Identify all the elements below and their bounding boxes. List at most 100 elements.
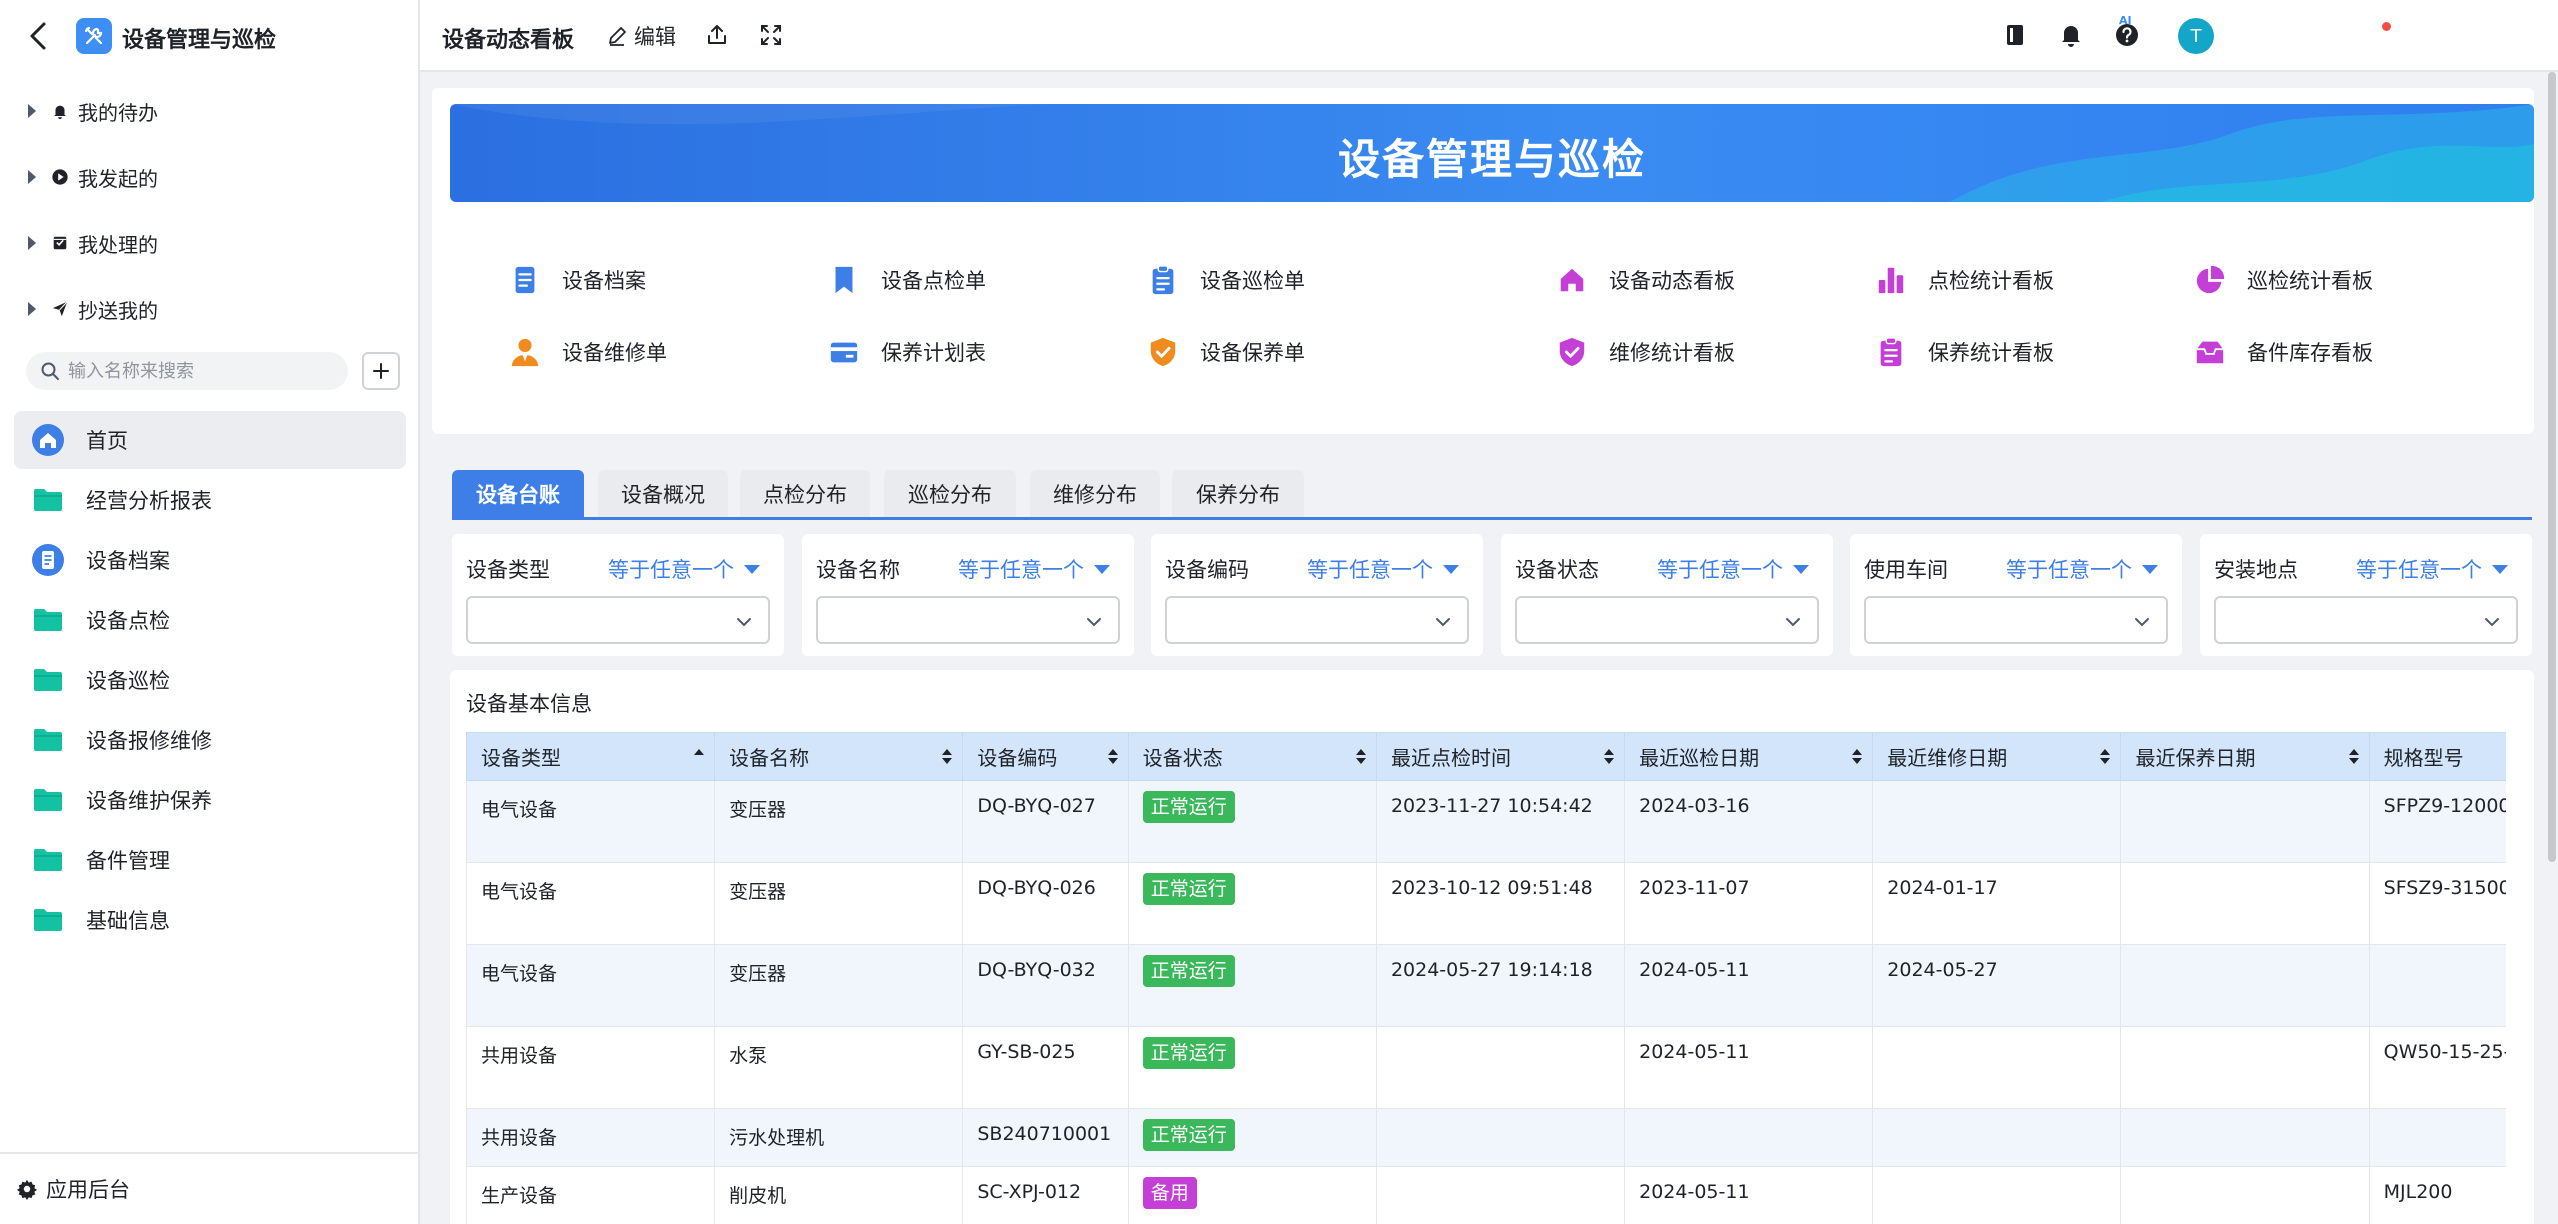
table-cell: SFPZ9-120000/110 — [2368, 780, 2506, 863]
quick-link-label: 设备点检单 — [881, 269, 986, 293]
filter-operator-dropdown[interactable]: 等于任意一个 — [2006, 554, 2158, 584]
ai-badge: AI — [2119, 14, 2132, 27]
share-button[interactable] — [704, 22, 730, 48]
filter-operator-label: 等于任意一个 — [2006, 558, 2132, 582]
sidebar-group-3[interactable]: 抄送我的 — [28, 289, 158, 329]
column-header-3[interactable]: 设备状态 — [1127, 732, 1377, 781]
main-scrollbar[interactable] — [2548, 72, 2556, 862]
book-button[interactable] — [2002, 22, 2028, 48]
folder-icon — [30, 902, 66, 938]
filter-value-select[interactable] — [1165, 596, 1469, 644]
tab-5[interactable]: 保养分布 — [1172, 470, 1304, 518]
table-title: 设备基本信息 — [466, 692, 592, 716]
column-header-7[interactable]: 最近保养日期 — [2120, 732, 2370, 781]
tab-0[interactable]: 设备台账 — [452, 470, 584, 518]
app-backend-link[interactable]: 应用后台 — [0, 1152, 418, 1224]
sidebar-item-7[interactable]: 备件管理 — [14, 831, 406, 889]
sidebar-group-0[interactable]: 我的待办 — [28, 91, 158, 131]
quick-link-6[interactable]: 设备维修单 — [508, 332, 667, 372]
filter-value-select[interactable] — [2214, 596, 2518, 644]
filter-value-select[interactable] — [816, 596, 1120, 644]
fullscreen-icon — [761, 25, 781, 45]
quick-link-7[interactable]: 保养计划表 — [827, 332, 986, 372]
sidebar-item-3[interactable]: 设备点检 — [14, 591, 406, 649]
quick-link-1[interactable]: 设备点检单 — [827, 260, 986, 300]
notification-button[interactable] — [2058, 22, 2084, 48]
column-header-0[interactable]: 设备类型 — [466, 732, 716, 781]
column-header-8[interactable]: 规格型号 — [2368, 732, 2506, 781]
tab-1[interactable]: 设备概况 — [598, 470, 728, 518]
filter-operator-dropdown[interactable]: 等于任意一个 — [1307, 554, 1459, 584]
filter-operator-dropdown[interactable]: 等于任意一个 — [958, 554, 1110, 584]
chevron-down-icon — [737, 618, 751, 627]
column-header-1[interactable]: 设备名称 — [714, 732, 964, 781]
quick-link-0[interactable]: 设备档案 — [508, 260, 646, 300]
add-button[interactable] — [362, 352, 400, 390]
quick-link-9[interactable]: 维修统计看板 — [1555, 332, 1735, 372]
table-row[interactable]: 共用设备水泵GY-SB-025 正常运行 2024-05-11 QW50-15-25-… — [466, 1026, 2506, 1109]
banner: 设备管理与巡检 — [450, 104, 2534, 202]
sidebar-item-label: 设备点检 — [86, 609, 170, 633]
quick-link-2[interactable]: 设备巡检单 — [1146, 260, 1305, 300]
filter-value-select[interactable] — [1515, 596, 1819, 644]
column-header-5[interactable]: 最近巡检日期 — [1624, 732, 1874, 781]
column-header-label: 规格型号 — [2383, 746, 2464, 770]
table-cell: 2024-05-27 19:14:18 — [1375, 944, 1626, 1027]
quick-link-4[interactable]: 点检统计看板 — [1874, 260, 2054, 300]
column-header-4[interactable]: 最近点检时间 — [1375, 732, 1626, 781]
table-row[interactable]: 共用设备 污水处理机 SB240710001 正常运行 — [466, 1108, 2506, 1167]
fullscreen-button[interactable] — [758, 22, 784, 48]
sidebar-item-5[interactable]: 设备报修维修 — [14, 711, 406, 769]
tab-2[interactable]: 点检分布 — [740, 470, 870, 518]
sidebar-item-0[interactable]: 首页 — [14, 411, 406, 469]
filter-operator-dropdown[interactable]: 等于任意一个 — [1657, 554, 1809, 584]
column-header-2[interactable]: 设备编码 — [962, 732, 1129, 781]
filter-value-select[interactable] — [1864, 596, 2168, 644]
filter-operator-dropdown[interactable]: 等于任意一个 — [2356, 554, 2508, 584]
column-header-label: 最近巡检日期 — [1639, 746, 1760, 770]
table-row[interactable]: 生产设备削皮机SC-XPJ-012备用2024-05-11MJL200生产车间 — [466, 1166, 2506, 1224]
search-input[interactable] — [68, 360, 338, 382]
edit-button[interactable]: 编辑 — [606, 20, 676, 52]
filter-operator-dropdown[interactable]: 等于任意一个 — [608, 554, 760, 584]
edit-label: 编辑 — [634, 25, 676, 49]
quick-link-11[interactable]: 备件库存看板 — [2193, 332, 2373, 372]
sidebar-group-2[interactable]: 我处理的 — [28, 223, 158, 263]
tab-4[interactable]: 维修分布 — [1030, 470, 1160, 518]
table-row[interactable]: 电气设备 变压器 DQ-BYQ-026 正常运行 2023-10-12 09:51:48… — [466, 862, 2506, 945]
back-button[interactable] — [26, 20, 50, 52]
table-scroll-area[interactable]: 设备类型 设备名称 设备编码 设备状态 最近点检时间 最近巡检日期 最近维修日期 最近保养日期… — [466, 732, 2506, 1224]
sidebar-item-6[interactable]: 设备维护保养 — [14, 771, 406, 829]
sidebar-search — [26, 352, 348, 390]
avatar[interactable]: T — [2178, 18, 2214, 54]
sort-icon — [1604, 749, 1615, 765]
filter-value-select[interactable] — [466, 596, 770, 644]
sidebar-item-1[interactable]: 经营分析报表 — [14, 471, 406, 529]
tab-3[interactable]: 巡检分布 — [884, 470, 1016, 518]
sidebar-item-8[interactable]: 基础信息 — [14, 891, 406, 949]
quick-link-label: 备件库存看板 — [2247, 341, 2373, 365]
sidebar-item-2[interactable]: 设备档案 — [14, 531, 406, 589]
gear-icon — [16, 1179, 38, 1200]
chevron-down-icon — [1087, 618, 1101, 627]
equipment-table-card: 设备基本信息 设备类型 设备名称 设备编码 设备状态 最近点检时间 最近巡检日期 最近维修日… — [450, 670, 2534, 1224]
table-row[interactable]: 电气设备 变压器 DQ-BYQ-027 正常运行 2023-11-27 10:54:42… — [466, 780, 2506, 863]
filter-operator-label: 等于任意一个 — [1657, 558, 1783, 582]
quick-link-10[interactable]: 保养统计看板 — [1874, 332, 2054, 372]
sidebar-group-label: 我处理的 — [78, 232, 158, 257]
quick-link-5[interactable]: 巡检统计看板 — [2193, 260, 2373, 300]
column-header-6[interactable]: 最近维修日期 — [1872, 732, 2122, 781]
sidebar-item-4[interactable]: 设备巡检 — [14, 651, 406, 709]
table-cell: 正常运行 — [1127, 1026, 1377, 1109]
table-cell: 2024-05-11 — [1624, 944, 1874, 1027]
table-cell: 变压器 — [714, 862, 964, 945]
table-cell — [2120, 944, 2370, 1027]
bell-icon — [2062, 26, 2080, 47]
caret-right-icon — [28, 104, 36, 118]
quick-link-label: 巡检统计看板 — [2247, 269, 2373, 293]
quick-link-8[interactable]: 设备保养单 — [1146, 332, 1305, 372]
table-row[interactable]: 电气设备 变压器 DQ-BYQ-032 正常运行 2024-05-27 19:14:18… — [466, 944, 2506, 1027]
sidebar-group-1[interactable]: 我发起的 — [28, 157, 158, 197]
sidebar: 设备管理与巡检 我的待办 我发起的 我处理的 抄送我的 首页经营分析报表设备档案… — [0, 0, 420, 1224]
quick-link-3[interactable]: 设备动态看板 — [1555, 260, 1735, 300]
